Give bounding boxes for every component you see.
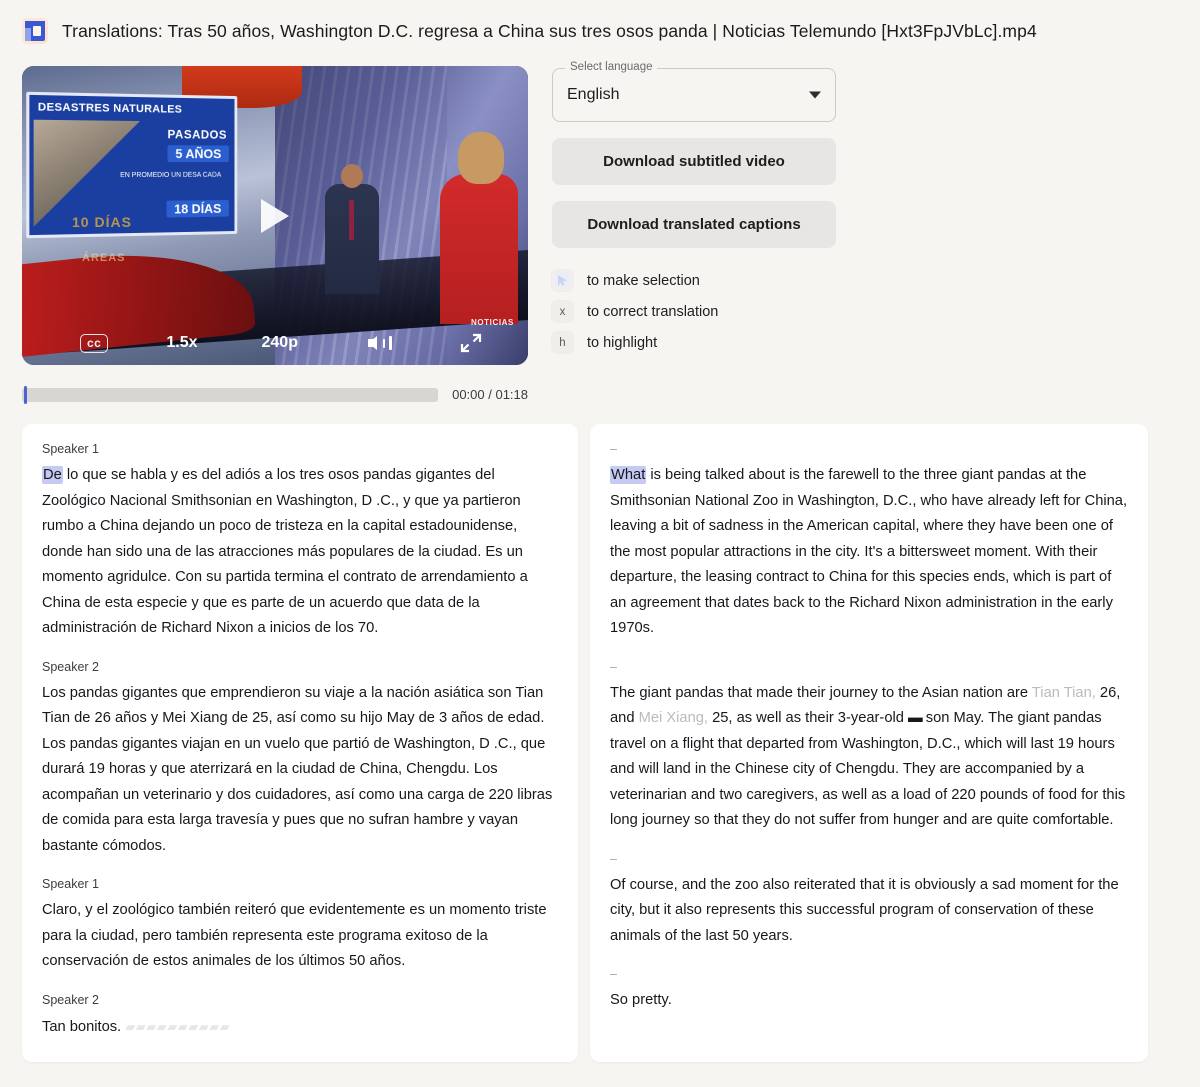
cursor-select-icon [552,270,573,291]
language-select[interactable]: Select language English [552,61,836,122]
translated-transcript-panel[interactable]: – What is being talked about is the fare… [590,424,1148,1062]
speaker-label: – [610,442,617,456]
utterance-text: Claro, y el zoológico también reiteró qu… [42,902,547,969]
edit-mark-icon: ▬ [908,710,923,726]
playhead-handle[interactable] [24,385,27,404]
volume-icon[interactable] [367,336,392,350]
board-line2: 5 AÑOS [167,145,229,163]
utterance[interactable]: What is being talked about is the farewe… [610,463,1128,642]
key-x-badge: x [552,301,573,322]
progress-row: 00:00 / 01:18 [22,385,528,404]
utterance[interactable]: Of course, and the zoo also reiterated t… [610,873,1128,950]
highlighted-word[interactable]: De [42,466,63,484]
utterance[interactable]: De lo que se habla y es del adiós a los … [42,463,558,642]
hint-highlight: h to highlight [552,332,836,353]
board-line1: PASADOS [167,127,227,142]
entity-term[interactable]: Mei Xiang, [639,710,708,726]
utterance[interactable]: So pretty. [610,988,1128,1014]
download-translated-captions-button[interactable]: Download translated captions [552,201,836,248]
utterance-text: So pretty. [610,992,672,1008]
speaker-label: – [610,851,617,866]
speaker-label: Speaker 1 [42,442,99,456]
board-line3: EN PROMEDIO UN DESA CADA [120,171,222,180]
speaker-label: – [610,659,617,674]
overlay-text-b: ÁREAS [82,252,126,264]
player-and-controls-area: DESASTRES NATURALES PASADOS 5 AÑOS EN PR… [0,56,1200,404]
speaker-label: Speaker 2 [42,659,99,674]
speaker-label: Speaker 2 [42,992,99,1007]
chevron-down-icon[interactable] [809,91,821,99]
video-column: DESASTRES NATURALES PASADOS 5 AÑOS EN PR… [22,66,528,404]
keyboard-hints: to make selection x to correct translati… [552,270,836,353]
utterance[interactable]: Tan bonitos. ▰▰▰▰▰▰▰▰▰▰ [42,1014,558,1041]
utterance-text: Tan bonitos. [42,1018,122,1035]
pending-text-placeholder: ▰▰▰▰▰▰▰▰▰▰ [125,1018,231,1034]
entity-term[interactable]: Tian Tian, [1032,685,1096,701]
page-title: Translations: Tras 50 años, Washington D… [62,20,1037,41]
app-header: Translations: Tras 50 años, Washington D… [0,0,1200,56]
resolution-button[interactable]: 240p [262,334,298,352]
language-select-value: English [567,86,620,103]
highlighted-word[interactable]: What [610,466,647,484]
board-title: DESASTRES NATURALES [37,101,183,116]
hint-label: to correct translation [587,303,719,320]
utterance-text: is being talked about is the farewell to… [610,467,1128,636]
utterance[interactable]: The giant pandas that made their journey… [610,681,1128,834]
overlay-text-a: 10 DÍAS [72,214,132,230]
utterance-text: lo que se habla y es del adiós a los tre… [42,467,528,636]
hint-label: to make selection [587,272,700,289]
fullscreen-icon[interactable] [460,333,482,353]
time-display: 00:00 / 01:18 [452,387,528,402]
hint-label: to highlight [587,334,658,351]
transcript-panels: Speaker 1 De lo que se habla y es del ad… [0,424,1200,1062]
cc-button[interactable]: cc [80,333,109,353]
controls-column: Select language English Download subtitl… [552,61,836,402]
playback-speed-button[interactable]: 1.5x [166,334,197,352]
hint-make-selection: to make selection [552,270,836,291]
speaker-label: Speaker 1 [42,877,99,891]
board-line4: 18 DÍAS [166,200,229,218]
utterance-text: son May. The giant pandas travel on a fl… [610,710,1126,828]
video-player[interactable]: DESASTRES NATURALES PASADOS 5 AÑOS EN PR… [22,66,528,365]
app-logo-icon [22,18,48,44]
hint-correct-translation: x to correct translation [552,301,836,322]
utterance-text: Of course, and the zoo also reiterated t… [610,876,1119,944]
download-subtitled-video-button[interactable]: Download subtitled video [552,138,836,185]
play-icon[interactable] [261,198,289,233]
utterance-text: The giant pandas that made their journey… [610,684,1032,701]
source-transcript-panel[interactable]: Speaker 1 De lo que se habla y es del ad… [22,424,578,1062]
utterance-text: 25, as well as their 3-year-old [708,710,909,726]
language-select-label: Select language [565,61,658,73]
key-h-badge: h [552,332,573,353]
speaker-label: – [610,967,617,981]
seek-bar[interactable] [22,385,439,404]
utterance[interactable]: Los pandas gigantes que emprendieron su … [42,681,558,860]
video-controls-bar: cc 1.5x 240p [22,321,528,365]
utterance-text: Los pandas gigantes que emprendieron su … [42,684,553,854]
utterance[interactable]: Claro, y el zoológico también reiteró qu… [42,898,558,975]
